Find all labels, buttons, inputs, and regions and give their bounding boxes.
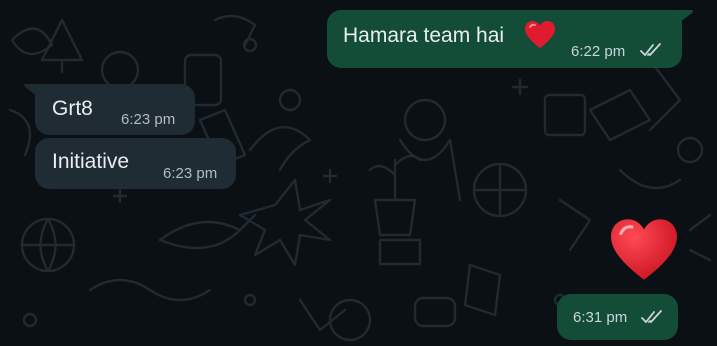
double-check-icon — [640, 43, 661, 57]
message-time: 6:31 pm — [573, 309, 628, 326]
bubble-tail — [24, 84, 37, 96]
double-check-icon — [641, 310, 662, 324]
message-outgoing-1[interactable]: Hamara team hai 6:22 pm — [327, 10, 682, 68]
message-text: Grt8 — [52, 97, 93, 120]
message-incoming-2[interactable]: Initiative 6:23 pm — [35, 138, 236, 189]
heart-emoji-icon[interactable] — [607, 217, 681, 283]
message-text: Hamara team hai — [343, 24, 505, 47]
message-incoming-1[interactable]: Grt8 6:23 pm — [35, 84, 195, 135]
message-outgoing-2[interactable]: 6:31 pm — [557, 294, 678, 340]
message-time: 6:23 pm — [163, 165, 218, 182]
message-time: 6:22 pm — [571, 43, 626, 60]
message-time: 6:23 pm — [121, 111, 176, 128]
message-text: Initiative — [52, 150, 130, 173]
bubble-tail — [680, 10, 693, 22]
heart-emoji-icon — [525, 21, 555, 48]
